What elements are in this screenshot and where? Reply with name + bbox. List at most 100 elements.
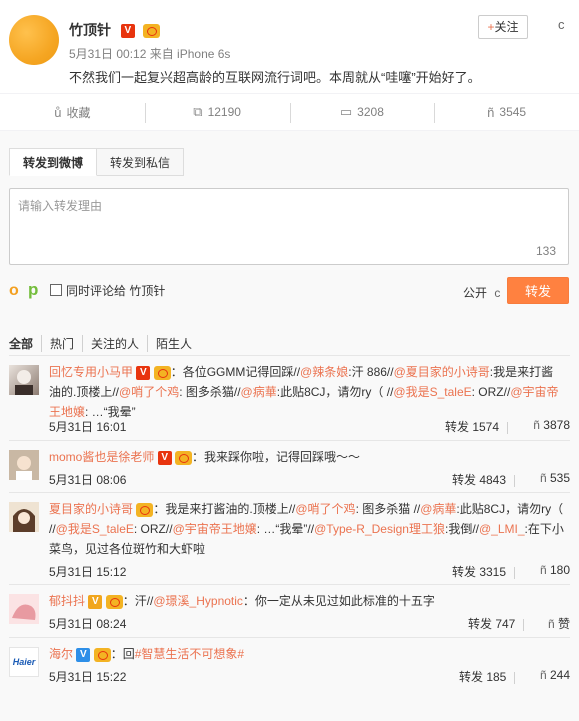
mention-link[interactable]: @病華 [420,502,456,516]
repost-count-link[interactable]: 转发 747 [468,615,532,632]
repost-reason-input[interactable] [10,189,568,264]
list-item: 回忆专用小马甲 V ：各位GGMM记得回踩//@辣条娘:汗 886//@夏目家的… [9,355,570,440]
visibility-label: 公开 [463,286,488,300]
send-repost-button[interactable]: 转发 [507,277,569,304]
repost-time: 5月31日 16:01 [49,420,127,434]
user-avatar[interactable] [9,450,39,480]
repost-count-link[interactable]: 转发 185 [459,668,523,685]
verified-badge-icon: V [76,647,91,662]
verified-badge-icon: V [136,365,151,380]
filter-all[interactable]: 全部 [9,335,41,352]
mention-link[interactable]: @夏目家的小诗哥 [394,365,490,379]
mention-link[interactable]: @Type-R_Design理工狼 [314,522,445,536]
divider [507,421,509,434]
like-count-text: 244 [549,668,570,682]
filter-hot[interactable]: 热门 [41,335,82,352]
mention-link[interactable]: @辣条娘 [300,365,348,379]
like-button[interactable]: ñ 3545 [434,94,579,130]
repost-button[interactable]: ⧉ 12190 [144,94,290,130]
member-level-icon [136,502,154,517]
text-segment: : ORZ// [471,385,511,399]
user-avatar[interactable] [9,594,39,624]
repost-count-link[interactable]: 转发 3315 [452,563,523,580]
mention-link[interactable]: @我是S_taleE [393,385,471,399]
favorite-button[interactable]: ů 收藏 [0,94,145,130]
verified-badge-icon: V [157,450,172,465]
avatar-image [9,502,39,532]
like-link[interactable]: ñ 3878 [533,418,570,432]
repost-username[interactable]: momo酱也是徐老师 [49,450,154,464]
repost-icon: ⧉ [193,104,203,119]
repost-count-text: 转发 185 [459,670,507,684]
picture-icon[interactable]: p [28,280,38,300]
repost-count-link[interactable]: 转发 4843 [452,471,523,488]
like-link[interactable]: ñ 244 [540,668,570,682]
original-post: 竹顶针 V 5月31日 00:12 来自 iPhone 6s 不然我们一起复兴超… [0,0,579,93]
follow-plus-icon: + [487,20,495,34]
thumb-up-icon: ñ [539,563,547,577]
mention-link[interactable]: @_LMI_ [479,522,525,536]
repost-reason-box: 133 [9,188,569,265]
list-item: 夏目家的小诗哥 ：我是来打酱油的.顶楼上//@哨了个鸡: 图多杀猫 //@病華:… [9,492,570,584]
like-link[interactable]: ñ 180 [540,563,570,577]
user-avatar[interactable]: Haier [9,647,39,677]
like-count-text: 180 [549,563,570,577]
emoji-icon[interactable]: o [9,282,19,300]
repost-count-link[interactable]: 转发 1574 [445,418,516,435]
thumb-up-icon: ñ [533,418,540,432]
post-text: 不然我们一起复兴超高龄的互联网流行词吧。本周就从“哇噻”开始好了。 [69,70,481,85]
tab-repost-to-weibo[interactable]: 转发到微博 [9,148,98,176]
thumb-up-icon: ñ [539,668,547,682]
hashtag-link[interactable]: #智慧生活不可想象# [135,647,244,661]
author-name[interactable]: 竹顶针 [69,22,111,38]
follow-label: 关注 [494,20,519,34]
repost-panel: 转发到微博 转发到私信 133 o p 同时评论给 竹顶针 公开 c 转发 全部… [0,131,579,721]
tab-repost-to-private[interactable]: 转发到私信 [97,148,185,176]
filter-following[interactable]: 关注的人 [82,335,147,352]
visibility-select[interactable]: 公开 c [463,284,500,301]
like-count-text: 535 [549,471,570,485]
post-meta: 5月31日 00:12 来自 iPhone 6s [69,47,231,61]
verified-badge-icon: V [120,24,135,39]
divider [514,474,516,487]
filter-strangers[interactable]: 陌生人 [147,335,200,352]
comment-count: 3208 [357,105,384,119]
mention-link[interactable]: @宇宙帝王地嬢 [173,522,257,536]
repost-text: 海尔 V ：回#智慧生活不可想象# [49,638,570,664]
divider [514,671,516,684]
repost-count-text: 转发 3315 [452,565,507,579]
text-segment: ：我来踩你啦，记得回踩哦～～ [192,450,361,464]
repost-username[interactable]: 海尔 [49,647,73,661]
like-count-text: 3878 [543,418,570,432]
mention-link[interactable]: @我是S_taleE [56,522,134,536]
divider [523,618,525,631]
thumb-up-icon: ñ [547,617,555,631]
mention-link[interactable]: @璟溪_Hypnotic [153,594,243,608]
like-link[interactable]: ñ 535 [540,471,570,485]
mention-link[interactable]: @病華 [241,385,277,399]
comment-button[interactable]: ▭ 3208 [289,94,435,130]
repost-text: momo酱也是徐老师 V ：我来踩你啦，记得回踩哦～～ [49,441,570,467]
user-avatar[interactable] [9,502,39,532]
member-level-icon [175,450,193,465]
mention-link[interactable]: @哨了个鸡 [295,502,355,516]
repost-username[interactable]: 夏目家的小诗哥 [49,502,133,516]
repost-username[interactable]: 回忆专用小马甲 [49,365,133,379]
mention-link[interactable]: @哨了个鸡 [119,385,179,399]
menu-chevron-icon[interactable]: c [558,17,565,32]
avatar-image [9,594,39,624]
text-segment: : 图多杀猫 // [355,502,421,516]
text-segment: :此贴8CJ，请勿ry（ // [276,385,394,399]
repost-count-text: 转发 4843 [452,473,507,487]
member-level-icon [153,365,171,380]
repost-tabs: 转发到微博 转发到私信 [9,148,185,176]
repost-count-text: 转发 1574 [445,420,500,434]
follow-button[interactable]: +关注 [478,15,528,39]
repost-filter-tabs: 全部 热门 关注的人 陌生人 [9,335,200,352]
user-avatar[interactable] [9,365,39,395]
repost-list: 回忆专用小马甲 V ：各位GGMM记得回踩//@辣条娘:汗 886//@夏目家的… [9,355,570,692]
author-avatar[interactable] [9,15,59,65]
repost-username[interactable]: 郁抖抖 [49,594,85,608]
like-link[interactable]: ñ 赞 [548,615,570,632]
comment-also-checkbox[interactable] [50,284,62,296]
